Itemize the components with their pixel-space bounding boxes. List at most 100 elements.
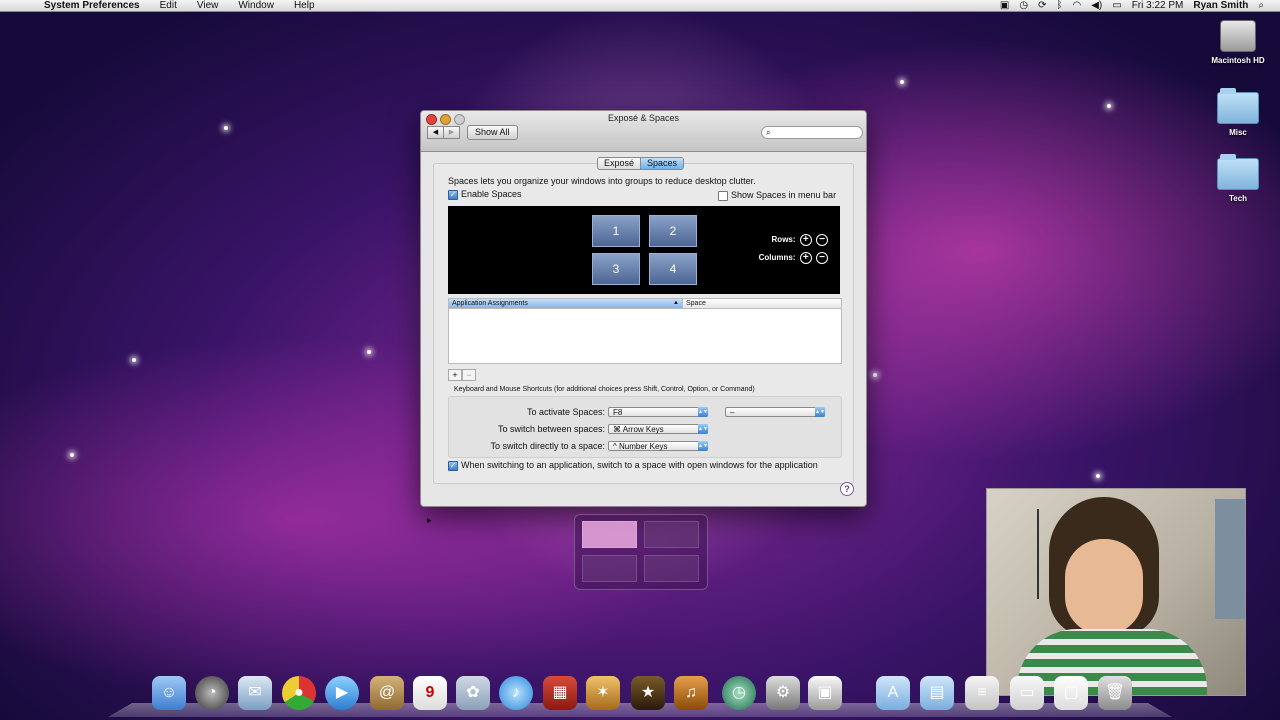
trash-icon[interactable]: 🗑 <box>1098 676 1132 710</box>
finder-icon[interactable]: ☺ <box>152 676 186 710</box>
search-field[interactable]: ⌕ <box>761 126 863 139</box>
menu-edit[interactable]: Edit <box>150 0 187 11</box>
columns-add-button[interactable]: + <box>799 252 812 264</box>
ichat-icon[interactable]: ▶ <box>325 676 359 710</box>
downloads-stack-icon[interactable]: ≡ <box>965 676 999 710</box>
applications-folder-icon[interactable]: A <box>876 676 910 710</box>
document-preview-icon[interactable]: ▢ <box>1054 676 1088 710</box>
activate-spaces-value: F8 <box>613 408 623 417</box>
activate-spaces-select[interactable]: F8 ▲▼ <box>608 407 708 417</box>
person-face <box>1065 539 1143 635</box>
chrome-icon[interactable]: ● <box>282 676 316 710</box>
menu-bar: System Preferences Edit View Window Help… <box>0 0 1280 12</box>
forward-button[interactable]: ▶ <box>443 126 460 139</box>
show-spaces-menubar-checkbox[interactable]: Show Spaces in menu bar <box>718 190 836 201</box>
spaces-preview: 1 2 3 4 Rows: + − Columns: + − <box>448 206 840 294</box>
imovie-icon[interactable]: ✶ <box>586 676 620 710</box>
star <box>70 453 74 457</box>
dashboard-icon[interactable]: ◔ <box>195 676 229 710</box>
enable-spaces-checkbox[interactable]: ✓ Enable Spaces <box>448 189 522 200</box>
space-tile-2[interactable]: 2 <box>649 215 697 247</box>
system-preferences-icon[interactable]: ⚙ <box>766 676 800 710</box>
switch-to-space-checkbox[interactable]: ✓ When switching to an application, switc… <box>448 460 818 471</box>
iphoto-icon[interactable]: ✿ <box>456 676 490 710</box>
checkbox-unchecked-icon[interactable] <box>718 190 728 201</box>
menu-app-name[interactable]: System Preferences <box>34 0 150 11</box>
garageband-icon[interactable]: ♫ <box>674 676 708 710</box>
columns-control: Columns: + − <box>759 252 828 264</box>
tab-spaces[interactable]: Spaces <box>640 158 684 169</box>
checkbox-checked-icon[interactable]: ✓ <box>448 189 458 200</box>
tab-expose[interactable]: Exposé <box>598 158 640 169</box>
time-machine-icon[interactable]: ◷ <box>1019 0 1028 11</box>
menu-window[interactable]: Window <box>228 0 284 11</box>
hud-space-2 <box>644 521 699 548</box>
star <box>132 358 136 362</box>
application-assignments-table[interactable]: Application Assignments ▲ Space <box>448 298 842 364</box>
desktop-icon-macintosh-hd[interactable]: Macintosh HD <box>1203 20 1273 65</box>
tripod <box>1037 509 1063 599</box>
column-header-application[interactable]: Application Assignments ▲ <box>449 299 682 308</box>
itunes-icon[interactable]: ♪ <box>499 676 533 710</box>
space-tile-3[interactable]: 3 <box>592 253 640 285</box>
desktop-icon-tech[interactable]: Tech <box>1203 154 1273 203</box>
back-button[interactable]: ◀ <box>427 126 444 139</box>
columns-label: Columns: <box>758 253 796 262</box>
spotlight-icon[interactable]: ⌕ <box>1258 0 1264 11</box>
rows-remove-button[interactable]: − <box>816 234 828 246</box>
remove-assignment-button[interactable]: − <box>462 369 476 381</box>
checkbox-checked-icon[interactable]: ✓ <box>448 460 458 471</box>
menubar-clock[interactable]: Fri 3:22 PM <box>1132 0 1184 11</box>
switch-directly-select[interactable]: ^ Number Keys ▲▼ <box>608 441 708 451</box>
photo-booth-icon[interactable]: ▦ <box>543 676 577 710</box>
rows-add-button[interactable]: + <box>799 234 812 246</box>
add-assignment-button[interactable]: + <box>448 369 462 381</box>
mail-icon[interactable]: ✉ <box>238 676 272 710</box>
folder-icon <box>1217 154 1259 190</box>
menubar-user[interactable]: Ryan Smith <box>1193 0 1248 11</box>
menu-view[interactable]: View <box>187 0 229 11</box>
address-book-icon[interactable]: @ <box>370 676 404 710</box>
space-tile-1[interactable]: 1 <box>592 215 640 247</box>
title-bar[interactable]: Exposé & Spaces ◀ ▶ Show All ⌕ <box>421 111 866 152</box>
menu-help[interactable]: Help <box>284 0 325 11</box>
columns-remove-button[interactable]: − <box>816 252 828 264</box>
expose-spaces-window: Exposé & Spaces ◀ ▶ Show All ⌕ Spaces le… <box>420 110 867 507</box>
shortcut-row-switch-directly: To switch directly to a space: ^ Number … <box>449 441 841 453</box>
activate-spaces-mouse-select[interactable]: – ▲▼ <box>725 407 825 417</box>
sync-icon[interactable]: ⟳ <box>1038 0 1046 11</box>
table-header: Application Assignments ▲ Space <box>449 299 841 309</box>
sort-ascending-icon: ▲ <box>673 300 679 306</box>
space-tile-4[interactable]: 4 <box>649 253 697 285</box>
documents-folder-icon[interactable]: ▤ <box>920 676 954 710</box>
updown-arrow-icon: ▲▼ <box>698 441 708 451</box>
column-header-space[interactable]: Space <box>682 299 841 308</box>
window-background <box>1215 499 1245 619</box>
help-button[interactable]: ? <box>840 482 854 496</box>
window-title: Exposé & Spaces <box>607 113 680 123</box>
hud-space-4 <box>644 555 699 582</box>
hud-space-3 <box>582 555 637 582</box>
shortcut-label: To activate Spaces: <box>526 407 605 417</box>
ical-icon[interactable]: 9 <box>413 676 447 710</box>
shortcuts-title: Keyboard and Mouse Shortcuts (for additi… <box>454 386 755 393</box>
document-stack-icon[interactable]: ▭ <box>1010 676 1044 710</box>
battery-icon[interactable]: ▭ <box>1112 0 1121 11</box>
wifi-icon[interactable]: ◠ <box>1072 0 1081 11</box>
image-capture-icon[interactable]: ▣ <box>808 676 842 710</box>
folder-icon <box>1217 88 1259 124</box>
bluetooth-icon[interactable]: ᛒ <box>1056 0 1062 11</box>
desktop-icon-misc[interactable]: Misc <box>1203 88 1273 137</box>
search-input[interactable] <box>774 127 855 138</box>
time-machine-icon[interactable]: ◷ <box>722 676 756 710</box>
shortcut-label: To switch between spaces: <box>497 424 605 434</box>
switch-between-select[interactable]: ⌘ Arrow Keys ▲▼ <box>608 424 708 434</box>
star <box>367 350 371 354</box>
shortcut-label: To switch directly to a space: <box>490 441 605 451</box>
iweb-icon[interactable]: ★ <box>631 676 665 710</box>
volume-icon[interactable]: ◀) <box>1091 0 1102 11</box>
show-all-button[interactable]: Show All <box>467 125 518 140</box>
switch-directly-value: ^ Number Keys <box>613 442 668 451</box>
camera-icon[interactable]: ▣ <box>1000 0 1009 11</box>
spaces-description: Spaces lets you organize your windows in… <box>448 176 756 186</box>
